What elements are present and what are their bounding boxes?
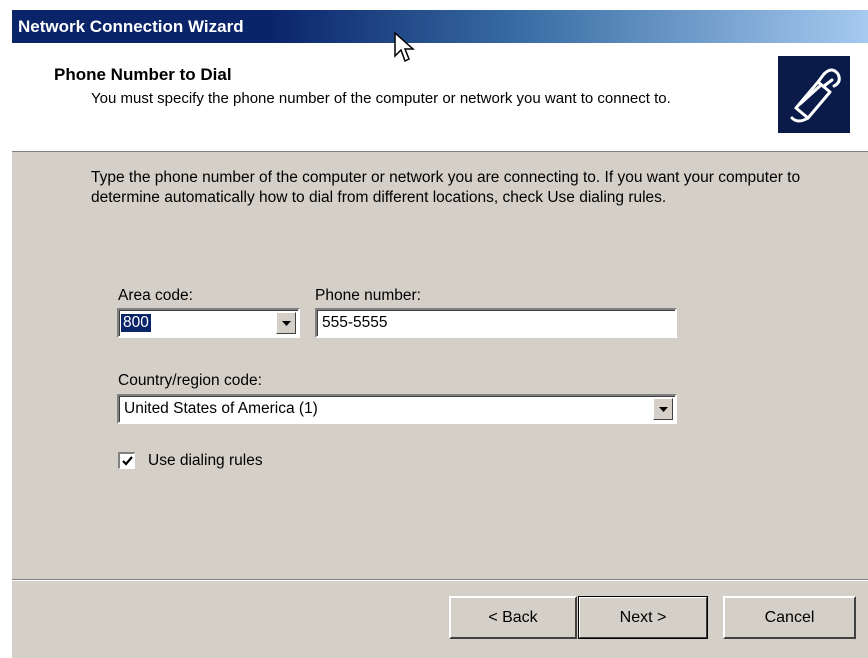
wizard-header: Phone Number to Dial You must specify th…: [12, 43, 868, 152]
area-code-label: Area code:: [118, 287, 193, 304]
window-title: Network Connection Wizard: [18, 17, 244, 36]
chevron-down-icon: [281, 320, 291, 326]
area-code-dropdown-button[interactable]: [276, 312, 296, 334]
mouse-pointer-icon: [394, 32, 415, 63]
phone-number-value: 555-5555: [322, 314, 388, 331]
area-code-combobox[interactable]: 800: [117, 308, 300, 338]
chevron-down-icon: [658, 406, 668, 412]
phone-number-label: Phone number:: [315, 287, 421, 304]
use-dialing-rules-label[interactable]: Use dialing rules: [148, 452, 263, 470]
use-dialing-rules-checkbox[interactable]: [118, 452, 135, 469]
title-bar[interactable]: Network Connection Wizard: [12, 10, 868, 43]
checkmark-icon: [121, 456, 133, 466]
wizard-window: Network Connection Wizard Phone Number t…: [11, 10, 868, 658]
page-title: Phone Number to Dial: [54, 65, 232, 84]
country-code-dropdown-button[interactable]: [653, 398, 673, 420]
back-button[interactable]: < Back: [449, 596, 577, 639]
next-button[interactable]: Next >: [578, 596, 708, 639]
country-code-value: United States of America (1): [124, 400, 318, 417]
footer-divider: [12, 579, 868, 581]
cancel-button[interactable]: Cancel: [723, 596, 856, 639]
country-code-combobox[interactable]: United States of America (1): [117, 394, 677, 424]
country-code-label: Country/region code:: [118, 372, 262, 389]
phone-number-input[interactable]: 555-5555: [315, 308, 677, 338]
phone-plug-icon: [778, 56, 850, 133]
page-subtitle: You must specify the phone number of the…: [91, 90, 671, 107]
instructions-text: Type the phone number of the computer or…: [91, 169, 801, 206]
area-code-value: 800: [121, 314, 151, 332]
